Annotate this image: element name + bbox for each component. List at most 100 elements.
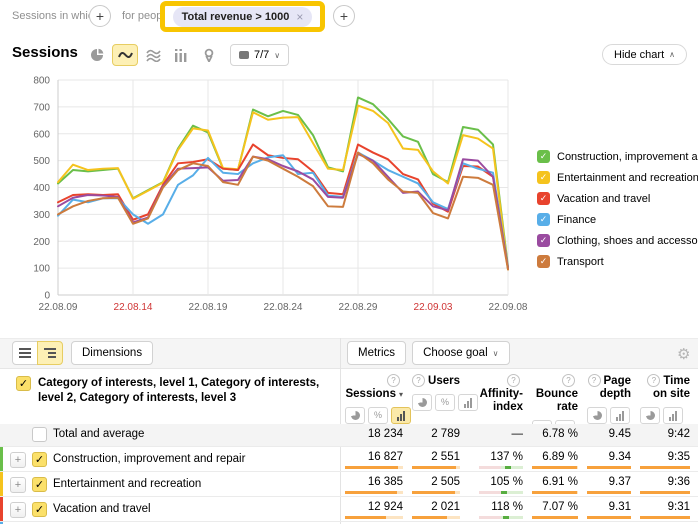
metric-cell: 9.34 — [587, 451, 631, 469]
filter-chip-total-revenue[interactable]: Total revenue > 1000 × — [173, 7, 313, 27]
legend-checkbox[interactable]: ✓ — [537, 192, 550, 205]
y-axis-label: 300 — [33, 210, 50, 221]
expand-row-button[interactable]: + — [10, 477, 26, 493]
row-checkbox[interactable] — [32, 427, 47, 442]
column-header-label[interactable]: ?Affinity-index — [469, 374, 523, 414]
view-tree-button[interactable] — [37, 341, 63, 365]
column-header-label[interactable]: ?Bounce rate — [532, 374, 578, 414]
dimensions-button[interactable]: Dimensions — [71, 341, 153, 365]
view-list-button[interactable] — [12, 341, 38, 365]
chevron-up-icon: ∧ — [669, 50, 675, 59]
table-row[interactable]: + ✓ Vacation and travel 12 9242 021118 %… — [0, 496, 698, 521]
row-checkbox[interactable]: ✓ — [32, 452, 47, 467]
toggle-percent-button[interactable]: % — [368, 407, 388, 424]
chart-type-columns-button[interactable] — [168, 44, 194, 66]
metric-value: 9.45 — [609, 428, 631, 440]
dimension-header-label: Category of interests, level 1, Category… — [38, 376, 334, 406]
legend-checkbox[interactable]: ✓ — [537, 150, 550, 163]
legend-checkbox[interactable]: ✓ — [537, 171, 550, 184]
column-chart-icon — [174, 49, 188, 62]
legend-item[interactable]: ✓ Finance — [537, 209, 698, 230]
column-header-label[interactable]: ?Sessions▾ — [345, 374, 403, 401]
pie-icon — [593, 411, 602, 420]
expand-row-button[interactable]: + — [10, 452, 26, 468]
metric-bar — [345, 491, 403, 494]
toggle-pie-button[interactable] — [587, 407, 607, 424]
help-icon[interactable]: ? — [562, 374, 575, 387]
expand-row-button[interactable]: + — [10, 502, 26, 518]
affinity-marker — [501, 491, 507, 494]
chart-type-map-button[interactable] — [196, 44, 222, 66]
metric-bar-fill — [640, 516, 690, 519]
row-label[interactable]: Construction, improvement and repair — [53, 453, 336, 465]
settings-gear-icon[interactable]: ⚙ — [677, 345, 690, 363]
y-axis-label: 500 — [33, 156, 50, 167]
metric-value: 2 021 — [431, 501, 460, 513]
sessions-chart-svg: 010020030040050060070080022.08.0922.08.1… — [6, 70, 546, 312]
row-checkbox[interactable]: ✓ — [32, 477, 47, 492]
column-header-label[interactable]: ?Page depth — [587, 374, 631, 401]
legend-item[interactable]: ✓ Construction, improvement and repair — [537, 146, 698, 167]
metric-cell: 9:31 — [640, 501, 690, 519]
metric-cell: 9:42 — [640, 428, 690, 440]
filter-prefix-label: Sessions in which — [12, 10, 99, 22]
table-row[interactable]: Total and average 18 2342 789—6.78 %9.45… — [0, 424, 698, 446]
legend-checkbox[interactable]: ✓ — [537, 213, 550, 226]
metric-bar — [532, 466, 578, 469]
help-icon[interactable]: ? — [507, 374, 520, 387]
toggle-pie-button[interactable] — [345, 407, 365, 424]
metric-value: 2 551 — [431, 451, 460, 463]
metric-bar — [640, 516, 690, 519]
toggle-pie-button[interactable] — [640, 407, 660, 424]
row-checkbox[interactable]: ✓ — [32, 502, 47, 517]
toggle-percent-button[interactable]: % — [435, 394, 455, 411]
toggle-bars-button[interactable] — [610, 407, 630, 424]
chip-close-icon[interactable]: × — [296, 10, 303, 24]
add-session-filter-button[interactable]: + — [89, 5, 111, 27]
help-icon[interactable]: ? — [412, 374, 425, 387]
legend-checkbox[interactable]: ✓ — [537, 255, 550, 268]
row-color-edge — [0, 472, 3, 496]
percent-icon: % — [374, 410, 382, 421]
chart-type-line-button[interactable] — [112, 44, 138, 66]
affinity-index-bar — [479, 516, 523, 519]
metric-cell: 16 827 — [345, 451, 403, 469]
choose-goal-button[interactable]: Choose goal ∨ — [412, 341, 509, 365]
metric-bar — [587, 491, 631, 494]
pie-icon — [351, 411, 360, 420]
help-icon[interactable]: ? — [588, 374, 601, 387]
row-label[interactable]: Entertainment and recreation — [53, 478, 336, 490]
column-header-label[interactable]: ?Users — [412, 374, 460, 388]
legend-item[interactable]: ✓ Clothing, shoes and accessories — [537, 230, 698, 251]
y-axis-label: 800 — [33, 76, 50, 87]
legend-checkbox[interactable]: ✓ — [537, 234, 550, 247]
chart-type-pie-button[interactable] — [84, 44, 110, 66]
table-row[interactable]: + ✓ Construction, improvement and repair… — [0, 446, 698, 471]
chart-type-stacked-button[interactable] — [140, 44, 166, 66]
row-label[interactable]: Vacation and travel — [53, 503, 336, 515]
help-icon[interactable]: ? — [647, 374, 660, 387]
help-icon[interactable]: ? — [387, 374, 400, 387]
dimension-checkbox[interactable]: ✓ — [16, 376, 31, 391]
toggle-pie-button[interactable] — [412, 394, 432, 411]
table-row[interactable]: + ✓ Entertainment and recreation 16 3852… — [0, 471, 698, 496]
toggle-bars-button[interactable] — [663, 407, 683, 424]
comment-bubble-icon — [239, 51, 249, 59]
y-axis-label: 700 — [33, 102, 50, 113]
add-people-filter-button[interactable]: + — [333, 5, 355, 27]
choose-goal-label: Choose goal — [423, 347, 488, 359]
metric-value: 9:35 — [668, 451, 690, 463]
hide-chart-button[interactable]: Hide chart ∧ — [602, 44, 687, 65]
metric-value: 9.31 — [609, 501, 631, 513]
series-limit-dropdown[interactable]: 7/7 ∨ — [230, 44, 289, 66]
legend-item[interactable]: ✓ Entertainment and recreation — [537, 167, 698, 188]
row-label[interactable]: Total and average — [53, 428, 336, 440]
y-axis-label: 100 — [33, 264, 50, 275]
table-body: Total and average 18 2342 789—6.78 %9.45… — [0, 424, 698, 524]
toggle-bars-button[interactable] — [391, 407, 411, 424]
legend-item[interactable]: ✓ Vacation and travel — [537, 188, 698, 209]
hide-chart-label: Hide chart — [614, 49, 664, 61]
column-header-label[interactable]: ?Time on site — [640, 374, 690, 401]
metrics-button[interactable]: Metrics — [347, 341, 406, 365]
legend-item[interactable]: ✓ Transport — [537, 251, 698, 272]
